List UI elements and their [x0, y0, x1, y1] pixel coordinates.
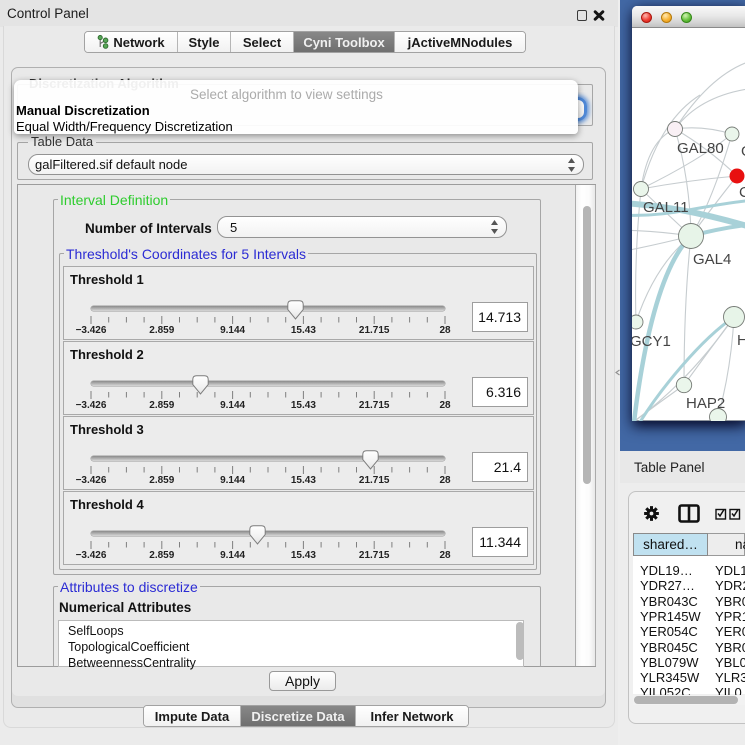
svg-text:GAL4: GAL4	[693, 251, 731, 268]
svg-text:C: C	[739, 184, 745, 201]
svg-text:HAP2: HAP2	[686, 395, 725, 412]
svg-text:GCY1: GCY1	[632, 333, 671, 350]
svg-text:GAL80: GAL80	[677, 140, 724, 157]
svg-text:H: H	[737, 332, 745, 349]
svg-text:GAL11: GAL11	[643, 199, 689, 216]
svg-text:G.: G.	[741, 143, 745, 160]
